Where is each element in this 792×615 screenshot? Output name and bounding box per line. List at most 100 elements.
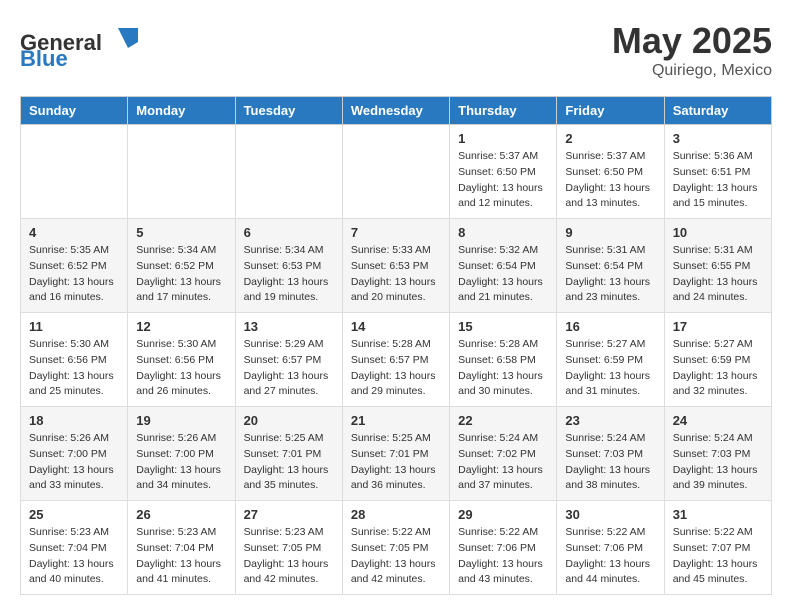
calendar-cell: 13 Sunrise: 5:29 AM Sunset: 6:57 PM Dayli… [235, 313, 342, 407]
day-number: 28 [351, 507, 441, 522]
calendar-cell: 2Sunrise: 5:37 AM Sunset: 6:50 PM Daylig… [557, 125, 664, 219]
day-info: Sunrise: 5:32 AM Sunset: 6:54 PM Dayligh… [458, 243, 548, 306]
calendar-cell: 22 Sunrise: 5:24 AM Sunset: 7:02 PM Dayli… [450, 407, 557, 501]
day-info: Sunrise: 5:27 AM Sunset: 6:59 PM Dayligh… [565, 337, 655, 400]
day-number: 17 [673, 319, 763, 334]
day-number: 10 [673, 225, 763, 240]
day-info: Sunrise: 5:31 AM Sunset: 6:55 PM Dayligh… [673, 243, 763, 306]
day-number: 4 [29, 225, 119, 240]
day-info: Sunrise: 5:30 AM Sunset: 6:56 PM Dayligh… [136, 337, 226, 400]
day-number: 1 [458, 131, 548, 146]
day-info: Sunrise: 5:33 AM Sunset: 6:53 PM Dayligh… [351, 243, 441, 306]
day-info: Sunrise: 5:24 AM Sunset: 7:02 PM Dayligh… [458, 431, 548, 494]
day-info: Sunrise: 5:25 AM Sunset: 7:01 PM Dayligh… [244, 431, 334, 494]
day-info: Sunrise: 5:35 AM Sunset: 6:52 PM Dayligh… [29, 243, 119, 306]
calendar-week-row: 11 Sunrise: 5:30 AM Sunset: 6:56 PM Dayli… [21, 313, 772, 407]
calendar-cell: 19 Sunrise: 5:26 AM Sunset: 7:00 PM Dayli… [128, 407, 235, 501]
calendar-cell: 20 Sunrise: 5:25 AM Sunset: 7:01 PM Dayli… [235, 407, 342, 501]
day-number: 3 [673, 131, 763, 146]
day-info: Sunrise: 5:28 AM Sunset: 6:57 PM Dayligh… [351, 337, 441, 400]
day-info: Sunrise: 5:23 AM Sunset: 7:05 PM Dayligh… [244, 525, 334, 588]
day-info: Sunrise: 5:22 AM Sunset: 7:05 PM Dayligh… [351, 525, 441, 588]
calendar-cell: 31 Sunrise: 5:22 AM Sunset: 7:07 PM Dayli… [664, 501, 771, 595]
day-number: 15 [458, 319, 548, 334]
day-number: 25 [29, 507, 119, 522]
day-number: 9 [565, 225, 655, 240]
day-number: 30 [565, 507, 655, 522]
day-info: Sunrise: 5:23 AM Sunset: 7:04 PM Dayligh… [136, 525, 226, 588]
calendar-day-header: Saturday [664, 97, 771, 125]
day-number: 6 [244, 225, 334, 240]
calendar-week-row: 1Sunrise: 5:37 AM Sunset: 6:50 PM Daylig… [21, 125, 772, 219]
calendar-cell: 1Sunrise: 5:37 AM Sunset: 6:50 PM Daylig… [450, 125, 557, 219]
day-info: Sunrise: 5:22 AM Sunset: 7:06 PM Dayligh… [565, 525, 655, 588]
calendar-cell: 30 Sunrise: 5:22 AM Sunset: 7:06 PM Dayli… [557, 501, 664, 595]
calendar-week-row: 25 Sunrise: 5:23 AM Sunset: 7:04 PM Dayli… [21, 501, 772, 595]
calendar-cell: 6 Sunrise: 5:34 AM Sunset: 6:53 PM Daylig… [235, 219, 342, 313]
calendar-day-header: Sunday [21, 97, 128, 125]
day-number: 29 [458, 507, 548, 522]
month-year: May 2025 [612, 20, 772, 62]
calendar-cell: 25 Sunrise: 5:23 AM Sunset: 7:04 PM Dayli… [21, 501, 128, 595]
calendar-cell: 28 Sunrise: 5:22 AM Sunset: 7:05 PM Dayli… [342, 501, 449, 595]
calendar-body: 1Sunrise: 5:37 AM Sunset: 6:50 PM Daylig… [21, 125, 772, 595]
calendar-day-header: Wednesday [342, 97, 449, 125]
title-block: May 2025 Quiriego, Mexico [612, 20, 772, 80]
day-info: Sunrise: 5:28 AM Sunset: 6:58 PM Dayligh… [458, 337, 548, 400]
calendar-table: SundayMondayTuesdayWednesdayThursdayFrid… [20, 96, 772, 595]
day-number: 14 [351, 319, 441, 334]
day-info: Sunrise: 5:34 AM Sunset: 6:53 PM Dayligh… [244, 243, 334, 306]
day-info: Sunrise: 5:34 AM Sunset: 6:52 PM Dayligh… [136, 243, 226, 306]
calendar-cell: 9Sunrise: 5:31 AM Sunset: 6:54 PM Daylig… [557, 219, 664, 313]
calendar-cell: 8 Sunrise: 5:32 AM Sunset: 6:54 PM Daylig… [450, 219, 557, 313]
day-number: 7 [351, 225, 441, 240]
calendar-cell: 29 Sunrise: 5:22 AM Sunset: 7:06 PM Dayli… [450, 501, 557, 595]
day-number: 24 [673, 413, 763, 428]
calendar-cell [21, 125, 128, 219]
calendar-cell: 10 Sunrise: 5:31 AM Sunset: 6:55 PM Dayli… [664, 219, 771, 313]
calendar-cell: 11 Sunrise: 5:30 AM Sunset: 6:56 PM Dayli… [21, 313, 128, 407]
day-number: 8 [458, 225, 548, 240]
day-info: Sunrise: 5:26 AM Sunset: 7:00 PM Dayligh… [136, 431, 226, 494]
svg-text:Blue: Blue [20, 46, 68, 70]
calendar-cell: 27 Sunrise: 5:23 AM Sunset: 7:05 PM Dayli… [235, 501, 342, 595]
calendar-cell: 3Sunrise: 5:36 AM Sunset: 6:51 PM Daylig… [664, 125, 771, 219]
day-info: Sunrise: 5:22 AM Sunset: 7:06 PM Dayligh… [458, 525, 548, 588]
calendar-day-header: Monday [128, 97, 235, 125]
day-number: 21 [351, 413, 441, 428]
day-number: 27 [244, 507, 334, 522]
day-number: 2 [565, 131, 655, 146]
day-number: 26 [136, 507, 226, 522]
calendar-week-row: 18Sunrise: 5:26 AM Sunset: 7:00 PM Dayli… [21, 407, 772, 501]
day-info: Sunrise: 5:22 AM Sunset: 7:07 PM Dayligh… [673, 525, 763, 588]
day-number: 20 [244, 413, 334, 428]
day-info: Sunrise: 5:24 AM Sunset: 7:03 PM Dayligh… [565, 431, 655, 494]
calendar-cell: 17Sunrise: 5:27 AM Sunset: 6:59 PM Dayli… [664, 313, 771, 407]
calendar-cell [342, 125, 449, 219]
calendar-cell: 7 Sunrise: 5:33 AM Sunset: 6:53 PM Daylig… [342, 219, 449, 313]
calendar-cell [128, 125, 235, 219]
calendar-cell: 23Sunrise: 5:24 AM Sunset: 7:03 PM Dayli… [557, 407, 664, 501]
day-info: Sunrise: 5:29 AM Sunset: 6:57 PM Dayligh… [244, 337, 334, 400]
calendar-day-header: Tuesday [235, 97, 342, 125]
day-info: Sunrise: 5:26 AM Sunset: 7:00 PM Dayligh… [29, 431, 119, 494]
calendar-cell: 26 Sunrise: 5:23 AM Sunset: 7:04 PM Dayli… [128, 501, 235, 595]
calendar-cell: 4 Sunrise: 5:35 AM Sunset: 6:52 PM Daylig… [21, 219, 128, 313]
day-info: Sunrise: 5:30 AM Sunset: 6:56 PM Dayligh… [29, 337, 119, 400]
calendar-day-header: Thursday [450, 97, 557, 125]
calendar-day-header: Friday [557, 97, 664, 125]
day-number: 13 [244, 319, 334, 334]
calendar-cell: 18Sunrise: 5:26 AM Sunset: 7:00 PM Dayli… [21, 407, 128, 501]
calendar-cell: 12Sunrise: 5:30 AM Sunset: 6:56 PM Dayli… [128, 313, 235, 407]
day-number: 5 [136, 225, 226, 240]
calendar-cell: 15 Sunrise: 5:28 AM Sunset: 6:58 PM Dayli… [450, 313, 557, 407]
logo: General Blue [20, 20, 150, 75]
day-info: Sunrise: 5:23 AM Sunset: 7:04 PM Dayligh… [29, 525, 119, 588]
day-number: 19 [136, 413, 226, 428]
day-number: 11 [29, 319, 119, 334]
calendar-cell: 14 Sunrise: 5:28 AM Sunset: 6:57 PM Dayli… [342, 313, 449, 407]
day-number: 31 [673, 507, 763, 522]
day-info: Sunrise: 5:24 AM Sunset: 7:03 PM Dayligh… [673, 431, 763, 494]
calendar-cell: 16Sunrise: 5:27 AM Sunset: 6:59 PM Dayli… [557, 313, 664, 407]
day-number: 22 [458, 413, 548, 428]
